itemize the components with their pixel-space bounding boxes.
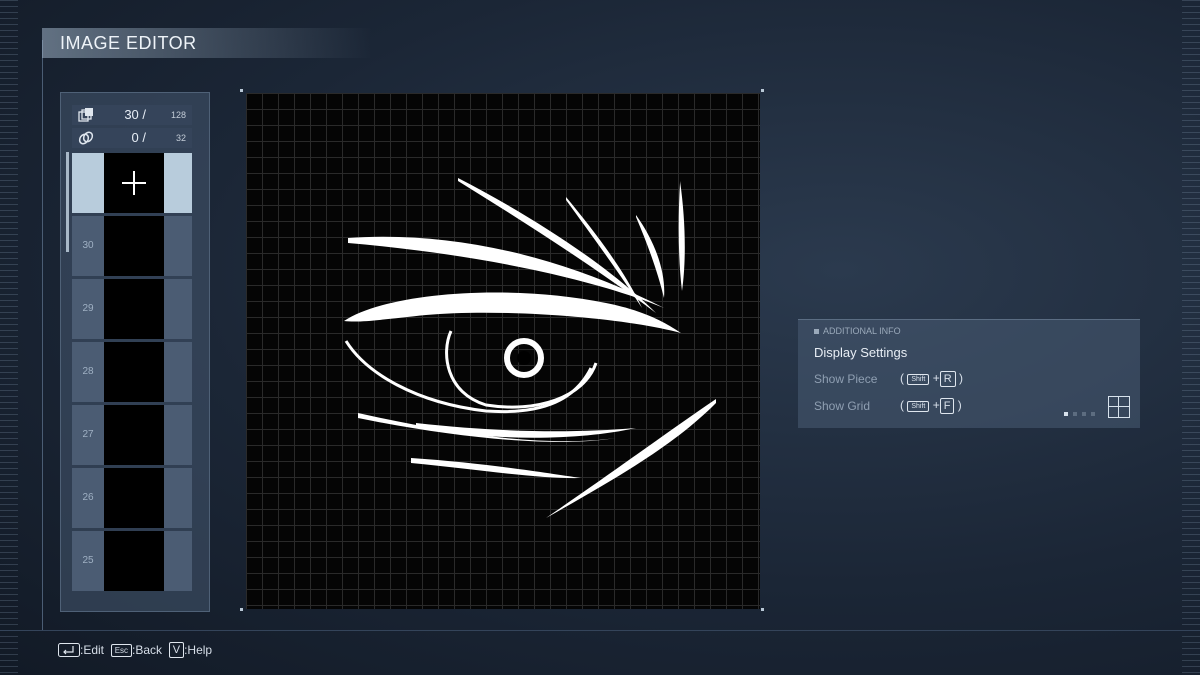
add-layer-thumb	[104, 153, 164, 213]
layer-thumbnail	[104, 468, 164, 528]
grid-icon[interactable]	[1108, 396, 1130, 418]
layer-item[interactable]: 30	[72, 216, 192, 276]
layer-number: 27	[82, 429, 94, 440]
left-edge-decor	[0, 0, 18, 675]
layer-number: 30	[82, 240, 94, 251]
layer-item[interactable]: 27	[72, 405, 192, 465]
layer-thumbnail	[104, 531, 164, 591]
layer-item[interactable]: 26	[72, 468, 192, 528]
layer-max: 128	[170, 110, 186, 120]
v-key: V	[168, 642, 185, 658]
layer-number	[72, 153, 104, 213]
footer-divider	[0, 630, 1200, 631]
back-hint: :Back	[132, 643, 163, 657]
page-title: IMAGE EDITOR	[60, 33, 197, 53]
layer-item[interactable]: 25	[72, 531, 192, 591]
edit-hint: :Edit	[80, 643, 105, 657]
right-edge-decor	[1182, 0, 1200, 675]
edit-canvas[interactable]	[246, 93, 760, 609]
layer-scrollbar[interactable]	[66, 152, 69, 252]
grid-level-dot	[1064, 412, 1068, 416]
grid-level-dot	[1091, 412, 1095, 416]
layer-number: 29	[82, 303, 94, 314]
shift-key: Shift	[907, 400, 930, 412]
layers-icon	[78, 108, 93, 122]
grid-level-dot	[1082, 412, 1086, 416]
frame-line	[42, 40, 43, 630]
footer-hints: :Edit Esc:Back V:Help	[58, 642, 212, 658]
show-piece-shortcut: ( Shift + R )	[900, 371, 964, 387]
link-counter: 0 / 32	[72, 128, 192, 148]
display-settings-title: Display Settings	[814, 345, 908, 360]
help-hint: :Help	[184, 643, 213, 657]
grid-level-dot	[1073, 412, 1077, 416]
f-key: F	[939, 398, 955, 414]
grid-level-indicator[interactable]	[1064, 403, 1100, 421]
eye-artwork	[344, 178, 716, 518]
add-layer-button[interactable]	[72, 153, 192, 213]
canvas-corner	[761, 608, 764, 611]
link-max: 32	[175, 133, 186, 143]
link-count: 0 /	[131, 130, 146, 145]
layer-counter: 30 / 128	[72, 105, 192, 125]
layer-number: 25	[82, 555, 94, 566]
r-key: R	[939, 371, 956, 387]
canvas-corner	[761, 89, 764, 92]
show-grid-shortcut: ( Shift + F )	[900, 398, 962, 414]
canvas-corner	[240, 89, 243, 92]
canvas-corner	[240, 608, 243, 611]
layer-count: 30 /	[124, 107, 146, 122]
show-piece-label[interactable]: Show Piece	[814, 372, 877, 386]
layer-thumbnail	[104, 342, 164, 402]
plus-icon	[122, 171, 146, 195]
layer-item[interactable]: 29	[72, 279, 192, 339]
info-header: ADDITIONAL INFO	[814, 326, 901, 336]
layer-number: 26	[82, 492, 94, 503]
layer-item[interactable]: 28	[72, 342, 192, 402]
layer-thumbnail	[104, 405, 164, 465]
layer-thumbnail	[104, 216, 164, 276]
show-grid-label[interactable]: Show Grid	[814, 399, 870, 413]
layer-number: 28	[82, 366, 94, 377]
shift-key: Shift	[907, 373, 930, 385]
esc-key: Esc	[110, 643, 133, 657]
link-icon	[78, 131, 94, 145]
layer-thumbnail	[104, 279, 164, 339]
enter-key-icon	[58, 643, 80, 657]
